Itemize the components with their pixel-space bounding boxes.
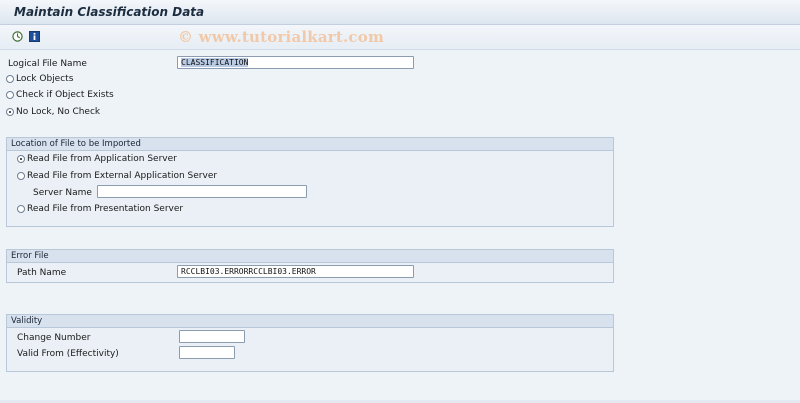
radio-label: Read File from External Application Serv… — [27, 171, 218, 181]
radio-label: Lock Objects — [16, 74, 74, 84]
application-toolbar: © www.tutorialkart.com — [0, 25, 800, 50]
radio-no-lock-no-check[interactable]: No Lock, No Check — [6, 107, 100, 117]
change-number-input[interactable] — [179, 330, 245, 343]
radio-button-selected[interactable] — [17, 155, 25, 163]
selection-screen: Logical File Name CLASSIFICATION Lock Ob… — [0, 50, 800, 403]
validity-group-title: Validity — [7, 315, 613, 328]
radio-check-if-object-exists[interactable]: Check if Object Exists — [6, 90, 114, 100]
page-title: Maintain Classification Data — [14, 5, 205, 19]
radio-button[interactable] — [17, 205, 25, 213]
validity-group: Validity — [6, 314, 614, 372]
radio-application-server[interactable]: Read File from Application Server — [17, 154, 177, 164]
radio-label: Read File from Application Server — [27, 154, 177, 164]
path-name-input[interactable]: RCCLBI03.ERRORRCCLBI03.ERROR — [177, 265, 414, 278]
title-bar: Maintain Classification Data — [0, 0, 800, 25]
valid-from-label: Valid From (Effectivity) — [17, 349, 119, 359]
valid-from-input[interactable] — [179, 346, 235, 359]
logical-file-label: Logical File Name — [8, 59, 87, 69]
radio-label: Read File from Presentation Server — [27, 204, 184, 214]
radio-button-selected[interactable] — [6, 108, 14, 116]
path-name-label: Path Name — [17, 268, 67, 278]
radio-button[interactable] — [6, 75, 14, 83]
watermark-text: © www.tutorialkart.com — [178, 28, 385, 46]
change-number-label: Change Number — [17, 333, 91, 343]
radio-button[interactable] — [6, 91, 14, 99]
radio-label: Check if Object Exists — [16, 90, 114, 100]
path-name-value: RCCLBI03.ERRORRCCLBI03.ERROR — [181, 267, 316, 276]
location-group-title: Location of File to be Imported — [7, 138, 613, 151]
server-name-input[interactable] — [97, 185, 307, 198]
server-name-label: Server Name — [33, 188, 92, 198]
radio-presentation-server[interactable]: Read File from Presentation Server — [17, 204, 183, 214]
radio-lock-objects[interactable]: Lock Objects — [6, 74, 73, 84]
error-file-group-title: Error File — [7, 250, 613, 263]
logical-file-value: CLASSIFICATION — [181, 58, 249, 67]
radio-external-application-server[interactable]: Read File from External Application Serv… — [17, 171, 217, 181]
radio-button[interactable] — [17, 172, 25, 180]
radio-label: No Lock, No Check — [16, 107, 101, 117]
execute-icon[interactable] — [12, 31, 23, 42]
info-icon[interactable] — [29, 31, 40, 42]
logical-file-input[interactable]: CLASSIFICATION — [177, 56, 414, 69]
